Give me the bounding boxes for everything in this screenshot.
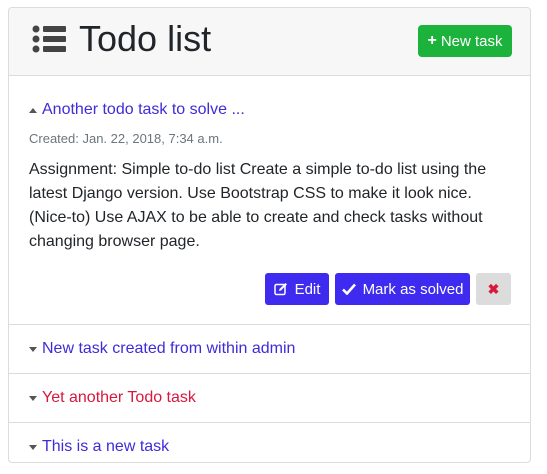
task-item: New task created from within admin xyxy=(9,325,530,374)
task-title-link[interactable]: Yet another Todo task xyxy=(42,389,196,407)
task-toggle[interactable]: Another todo task to solve ... xyxy=(29,101,245,119)
close-icon: ✖ xyxy=(487,280,500,297)
delete-button[interactable]: ✖ xyxy=(476,273,511,305)
task-created-date: Created: Jan. 22, 2018, 7:34 a.m. xyxy=(29,131,223,146)
edit-icon xyxy=(273,283,287,296)
edit-button[interactable]: Edit xyxy=(265,273,329,305)
mark-solved-label: Mark as solved xyxy=(362,280,464,298)
task-item: This is a new task xyxy=(9,423,530,462)
task-item-expanded: Another todo task to solve ... Created: … xyxy=(9,76,530,325)
task-title-link[interactable]: This is a new task xyxy=(42,438,169,456)
task-item: Yet another Todo task xyxy=(9,374,530,423)
task-title-link[interactable]: New task created from within admin xyxy=(42,340,295,358)
task-title-link[interactable]: Another todo task to solve ... xyxy=(42,101,245,119)
new-task-label: New task xyxy=(440,32,503,50)
list-icon xyxy=(32,25,66,53)
task-toggle[interactable]: This is a new task xyxy=(29,438,169,456)
todo-panel: Todo list + New task Another todo task t… xyxy=(8,7,531,463)
caret-down-icon xyxy=(29,346,37,352)
caret-down-icon xyxy=(29,395,37,401)
task-toggle[interactable]: Yet another Todo task xyxy=(29,389,196,407)
edit-label: Edit xyxy=(294,280,321,298)
task-actions: Edit Mark as solved ✖ xyxy=(265,273,511,305)
task-description: Assignment: Simple to-do list Create a s… xyxy=(29,161,487,250)
new-task-button[interactable]: + New task xyxy=(418,25,512,57)
panel-header: Todo list + New task xyxy=(9,8,530,76)
check-icon xyxy=(341,283,356,295)
caret-up-icon xyxy=(29,107,37,113)
caret-down-icon xyxy=(29,444,37,450)
mark-solved-button[interactable]: Mark as solved xyxy=(335,273,470,305)
plus-icon: + xyxy=(427,32,437,49)
page-title: Todo list xyxy=(79,18,212,59)
task-toggle[interactable]: New task created from within admin xyxy=(29,340,295,358)
